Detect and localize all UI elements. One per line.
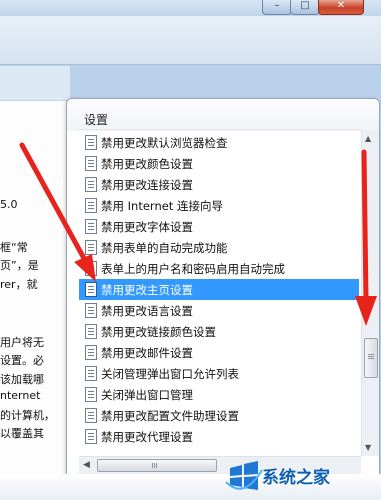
watermark-text: 系统之家 bbox=[262, 468, 330, 488]
settings-item-label: 禁用更改链接颜色设置 bbox=[101, 325, 216, 339]
scroll-left-arrow-icon[interactable]: ◀ bbox=[83, 460, 90, 470]
policy-setting-icon bbox=[85, 135, 97, 150]
settings-item[interactable]: 禁用更改邮件设置 bbox=[79, 342, 359, 363]
policy-setting-icon bbox=[85, 345, 97, 360]
window-toolbar bbox=[0, 16, 381, 65]
policy-setting-icon bbox=[85, 198, 97, 213]
scroll-down-arrow-icon[interactable]: ▼ bbox=[365, 443, 371, 452]
grip-icon bbox=[368, 354, 374, 355]
background-description-panel: 5.0 框“常 页”，是 rer，就 用户将无 设置。必 该加载哪 nterne… bbox=[0, 100, 70, 481]
settings-item-label: 表单上的用户名和密码启用自动完成 bbox=[101, 262, 285, 276]
settings-item-label: 关闭弹出窗口管理 bbox=[101, 388, 193, 402]
window-title-bar: – □ ✕ bbox=[0, 0, 381, 16]
horizontal-scroll-thumb[interactable] bbox=[97, 459, 217, 472]
background-text-fragment: 5.0 bbox=[0, 198, 18, 211]
maximize-button[interactable]: □ bbox=[290, 0, 320, 15]
settings-item-label: 禁用更改主页设置 bbox=[101, 283, 193, 297]
policy-setting-icon bbox=[85, 303, 97, 318]
scroll-up-arrow-icon[interactable]: ▲ bbox=[365, 134, 371, 143]
minimize-button[interactable]: – bbox=[262, 0, 292, 15]
settings-item-label: 禁用更改默认浏览器检查 bbox=[101, 136, 228, 150]
policy-setting-icon bbox=[85, 429, 97, 444]
header-divider bbox=[79, 129, 361, 130]
settings-list: 禁用更改默认浏览器检查 禁用更改颜色设置 禁用更改连接设置 禁用 Interne… bbox=[79, 132, 359, 456]
left-header-band bbox=[0, 66, 70, 100]
policy-setting-icon bbox=[85, 240, 97, 255]
settings-list-panel: 设置 禁用更改默认浏览器检查 禁用更改颜色设置 禁用更改连接设置 禁用 Inte… bbox=[66, 98, 380, 476]
background-text-fragment: 该加载哪 bbox=[0, 373, 44, 386]
settings-item[interactable]: 表单上的用户名和密码启用自动完成 bbox=[79, 258, 359, 279]
settings-item-label: 禁用更改连接设置 bbox=[101, 178, 193, 192]
settings-item[interactable]: 禁用更改语言设置 bbox=[79, 300, 359, 321]
vertical-scroll-thumb[interactable] bbox=[364, 338, 378, 378]
policy-setting-icon bbox=[85, 282, 97, 297]
settings-item-label: 关闭管理弹出窗口允许列表 bbox=[101, 367, 239, 381]
settings-item[interactable]: 关闭管理弹出窗口允许列表 bbox=[79, 363, 359, 384]
background-text-fragment: 以覆盖其 bbox=[0, 427, 44, 440]
background-text-fragment: 设置。必 bbox=[0, 354, 44, 367]
background-text-fragment: 页”，是 bbox=[0, 259, 39, 272]
settings-header: 设置 bbox=[67, 99, 379, 131]
close-button[interactable]: ✕ bbox=[318, 0, 364, 15]
settings-item-label: 禁用更改字体设置 bbox=[101, 220, 193, 234]
policy-setting-icon bbox=[85, 261, 97, 276]
settings-item[interactable]: 禁用 Internet 连接向导 bbox=[79, 195, 359, 216]
windows-logo-icon bbox=[225, 461, 263, 490]
grip-icon bbox=[152, 463, 153, 468]
settings-item-selected[interactable]: 禁用更改主页设置 bbox=[79, 279, 359, 300]
background-text-fragment: 用户将无 bbox=[0, 336, 44, 349]
policy-setting-icon bbox=[85, 387, 97, 402]
settings-item-label: 禁用更改语言设置 bbox=[101, 304, 193, 318]
settings-item-label: 禁用更改颜色设置 bbox=[101, 157, 193, 171]
settings-item[interactable]: 禁用更改颜色设置 bbox=[79, 153, 359, 174]
settings-item[interactable]: 禁用更改配置文件助理设置 bbox=[79, 405, 359, 426]
settings-item[interactable]: 禁用更改字体设置 bbox=[79, 216, 359, 237]
background-text-fragment: 的计算机， bbox=[0, 409, 55, 422]
policy-setting-icon bbox=[85, 156, 97, 171]
settings-item-label: 禁用更改代理设置 bbox=[101, 430, 193, 444]
policy-setting-icon bbox=[85, 219, 97, 234]
background-text-fragment: nternet bbox=[0, 389, 41, 402]
settings-item-label: 禁用表单的自动完成功能 bbox=[101, 241, 228, 255]
vertical-scrollbar[interactable]: ▲ ▼ bbox=[361, 130, 379, 456]
settings-item[interactable]: 禁用更改连接设置 bbox=[79, 174, 359, 195]
settings-item-label: 禁用更改邮件设置 bbox=[101, 346, 193, 360]
policy-setting-icon bbox=[85, 324, 97, 339]
settings-item[interactable]: 关闭弹出窗口管理 bbox=[79, 384, 359, 405]
settings-item[interactable]: 禁用更改代理设置 bbox=[79, 426, 359, 447]
settings-item-label: 禁用更改配置文件助理设置 bbox=[101, 409, 239, 423]
background-text-fragment: 框“常 bbox=[0, 241, 28, 254]
policy-setting-icon bbox=[85, 408, 97, 423]
settings-item-label: 禁用 Internet 连接向导 bbox=[101, 199, 223, 213]
background-text-fragment: rer，就 bbox=[0, 278, 38, 291]
policy-setting-icon bbox=[85, 177, 97, 192]
policy-setting-icon bbox=[85, 366, 97, 381]
watermark: 系统之家 bbox=[222, 454, 380, 498]
settings-item[interactable]: 禁用更改默认浏览器检查 bbox=[79, 132, 359, 153]
settings-item[interactable]: 禁用更改链接颜色设置 bbox=[79, 321, 359, 342]
settings-column-title: 设置 bbox=[84, 113, 109, 127]
settings-item[interactable]: 禁用表单的自动完成功能 bbox=[79, 237, 359, 258]
